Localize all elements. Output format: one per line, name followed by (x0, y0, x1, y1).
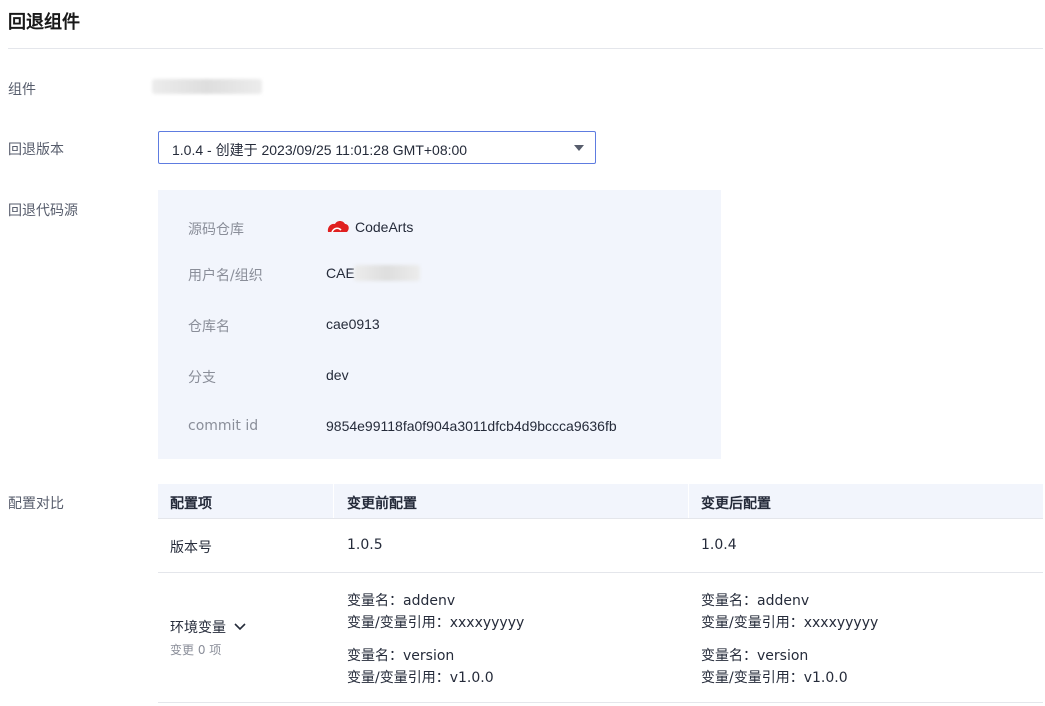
repo-info-panel: 源码仓库 CodeArts 用户名/组织 CAE 仓库名 cae0913 分支 … (158, 190, 721, 459)
repo-name-label: 仓库名 (188, 319, 230, 335)
component-label: 组件 (8, 82, 36, 98)
version-row-item: 版本号 (170, 540, 212, 556)
chevron-down-icon[interactable] (232, 619, 248, 635)
rollback-source-label: 回退代码源 (8, 203, 78, 219)
repo-source-value: CodeArts (355, 219, 414, 235)
header-config-item: 配置项 (170, 496, 212, 512)
component-name-redacted (152, 79, 262, 94)
repo-branch-label: 分支 (188, 370, 216, 386)
env-row-change-count: 变更 0 项 (170, 643, 222, 657)
header-before: 变更前配置 (347, 496, 417, 512)
repo-user-redacted (354, 265, 420, 281)
rollback-version-value: 1.0.4 - 创建于 2023/09/25 11:01:28 GMT+08:0… (172, 142, 468, 158)
repo-user-value: CAE (326, 265, 355, 281)
repo-name-value: cae0913 (326, 316, 380, 332)
header-after: 变更后配置 (701, 496, 771, 512)
codearts-logo-icon (327, 221, 349, 233)
row-divider (158, 702, 1043, 703)
repo-commit-value: 9854e99118fa0f904a3011dfcb4d9bccca9636fb (326, 418, 617, 434)
header-separator (688, 484, 689, 519)
env-before-var-ref: 变量/变量引用：v1.0.0 (347, 670, 494, 686)
repo-commit-label: commit id (188, 418, 259, 434)
row-divider (158, 518, 1043, 519)
env-after-var-ref: 变量/变量引用：xxxxyyyyy (701, 615, 879, 631)
env-row-item: 环境变量 (170, 620, 226, 636)
env-after-var-name: 变量名：version (701, 648, 809, 664)
env-before-var-ref: 变量/变量引用：xxxxyyyyy (347, 615, 525, 631)
repo-user-label: 用户名/组织 (188, 268, 263, 284)
rollback-version-label: 回退版本 (8, 142, 64, 158)
table-header: 配置项 变更前配置 变更后配置 (158, 484, 1043, 519)
caret-down-icon (574, 145, 584, 151)
row-divider (158, 572, 1043, 573)
page-title: 回退组件 (8, 12, 80, 33)
env-after-var-name: 变量名：addenv (701, 593, 810, 609)
repo-branch-value: dev (326, 367, 349, 383)
rollback-version-select[interactable]: 1.0.4 - 创建于 2023/09/25 11:01:28 GMT+08:0… (158, 131, 596, 164)
config-compare-label: 配置对比 (8, 496, 64, 512)
title-divider (8, 48, 1043, 49)
header-separator (333, 484, 334, 519)
env-before-var-name: 变量名：version (347, 648, 455, 664)
repo-source-label: 源码仓库 (188, 222, 244, 238)
version-row-after: 1.0.4 (701, 537, 737, 553)
version-row-before: 1.0.5 (347, 537, 383, 553)
env-before-var-name: 变量名：addenv (347, 593, 456, 609)
env-after-var-ref: 变量/变量引用：v1.0.0 (701, 670, 848, 686)
